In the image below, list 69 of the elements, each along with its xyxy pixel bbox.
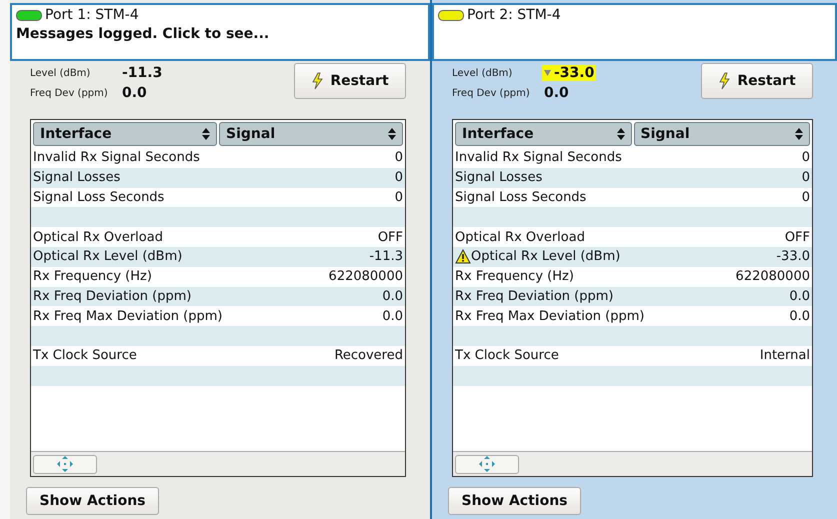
- column-selector[interactable]: Signal: [634, 122, 810, 146]
- down-triangle-icon: [544, 70, 551, 76]
- stat-value: 0: [802, 190, 810, 205]
- level-label: Level (dBm): [452, 68, 514, 78]
- stat-label: Invalid Rx Signal Seconds: [33, 150, 200, 166]
- stat-label: Tx Clock Source: [455, 348, 559, 364]
- stat-value: -11.3: [369, 249, 403, 264]
- column-selector[interactable]: Interface: [455, 122, 632, 146]
- stat-label: Optical Rx Overload: [33, 230, 163, 245]
- level-label: Level (dBm): [30, 68, 92, 78]
- port-title: Port 2: STM-4: [467, 7, 561, 23]
- sort-arrows-icon: [202, 128, 210, 140]
- stat-value: 0.0: [789, 288, 810, 304]
- stat-value: 0: [802, 170, 810, 186]
- port-title: Port 1: STM-4: [45, 7, 139, 23]
- stat-label: Signal Loss Seconds: [455, 190, 586, 205]
- stat-label: Tx Clock Source: [33, 348, 137, 364]
- stat-value: 0.0: [382, 288, 403, 304]
- stat-label: Rx Freq Deviation (ppm): [455, 288, 614, 304]
- stat-label: Rx Frequency (Hz): [455, 269, 574, 284]
- stat-value: 0: [802, 150, 810, 166]
- column-selector[interactable]: Interface: [33, 122, 217, 146]
- move-button[interactable]: [33, 454, 97, 474]
- stat-value: 622080000: [736, 269, 810, 284]
- show-actions-button[interactable]: Show Actions: [26, 487, 159, 515]
- move-icon: [479, 456, 495, 472]
- stat-value: 0: [394, 170, 403, 186]
- freq-dev-value: 0.0: [543, 85, 570, 101]
- log-message: Messages logged. Click to see...: [16, 26, 270, 42]
- stat-label: Rx Freq Max Deviation (ppm): [33, 308, 222, 324]
- stat-label: Optical Rx Overload: [455, 230, 585, 245]
- show-actions-button[interactable]: Show Actions: [448, 487, 581, 515]
- stat-label: Rx Freq Max Deviation (ppm): [455, 308, 644, 324]
- stat-label: Signal Losses: [33, 170, 120, 186]
- stat-value: 622080000: [328, 269, 403, 284]
- stat-value: 0: [394, 190, 403, 205]
- lightning-icon: [718, 72, 732, 90]
- stat-label: Rx Freq Deviation (ppm): [33, 288, 192, 304]
- lightning-icon: [311, 72, 324, 90]
- stat-value: 0: [394, 150, 403, 166]
- sort-arrows-icon: [795, 128, 803, 140]
- warning-icon: [455, 249, 471, 264]
- freq-dev-label: Freq Dev (ppm): [30, 88, 109, 98]
- stat-label: Signal Loss Seconds: [33, 190, 164, 205]
- restart-button[interactable]: Restart: [701, 63, 813, 99]
- stat-value: 0.0: [382, 308, 403, 324]
- stat-value: 0.0: [789, 308, 810, 324]
- column-selector[interactable]: Signal: [219, 122, 403, 146]
- sort-arrows-icon: [616, 128, 624, 140]
- move-button[interactable]: [455, 454, 519, 474]
- port-header[interactable]: Port 1: STM-4 Messages logged. Click to see...: [10, 3, 430, 61]
- stat-value: OFF: [378, 230, 403, 245]
- stat-value: OFF: [784, 230, 810, 245]
- stat-value: -33.0: [776, 249, 810, 264]
- stat-label: Invalid Rx Signal Seconds: [455, 150, 622, 166]
- stat-label: Rx Frequency (Hz): [33, 269, 152, 284]
- freq-dev-value: 0.0: [121, 85, 148, 101]
- stat-label: Optical Rx Level (dBm): [455, 249, 620, 264]
- move-icon: [57, 456, 73, 472]
- freq-dev-label: Freq Dev (ppm): [452, 88, 531, 98]
- restart-button[interactable]: Restart: [294, 63, 406, 99]
- stat-label: Signal Losses: [455, 170, 542, 186]
- stat-value: Recovered: [334, 348, 403, 364]
- sort-arrows-icon: [388, 128, 396, 140]
- port-header[interactable]: Port 2: STM-4: [432, 3, 837, 61]
- level-value: -11.3: [121, 65, 164, 81]
- stat-label: Optical Rx Level (dBm): [33, 249, 182, 264]
- stat-value: Internal: [760, 348, 810, 364]
- level-value: -33.0: [542, 65, 596, 81]
